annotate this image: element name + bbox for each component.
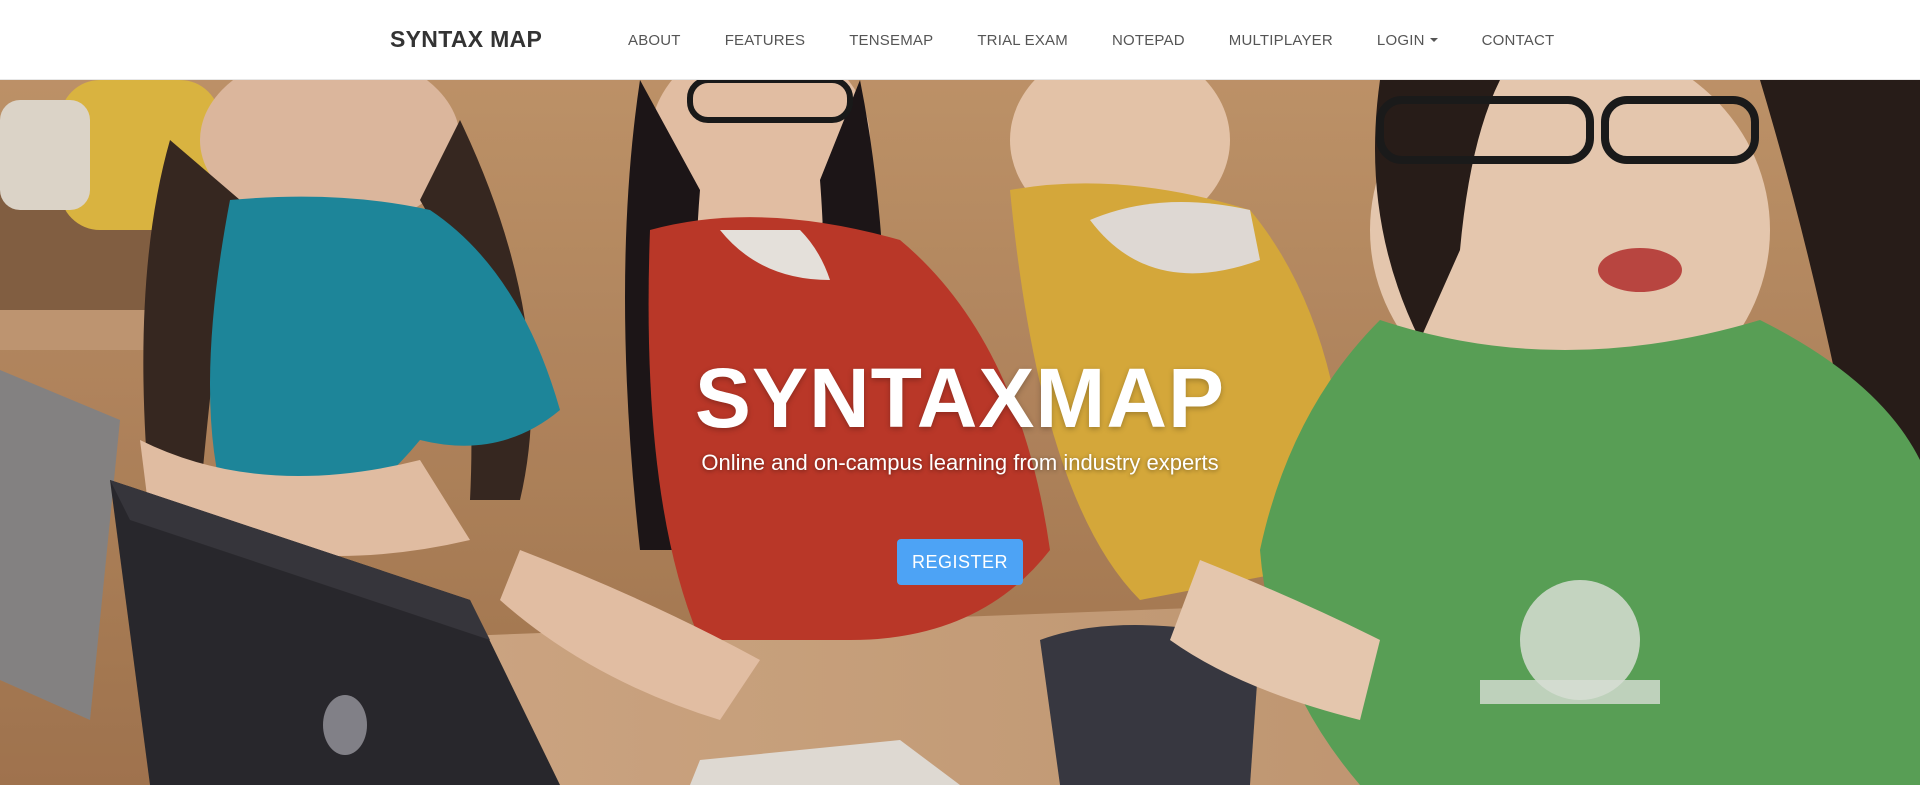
hero-section: SYNTAXMAP Online and on-campus learning … — [0, 80, 1920, 785]
nav-item-about[interactable]: ABOUT — [606, 0, 703, 80]
top-navbar: SYNTAX MAP ABOUT FEATURES TENSEMAP TRIAL… — [0, 0, 1920, 80]
nav-item-notepad[interactable]: NOTEPAD — [1090, 0, 1207, 80]
nav-item-features[interactable]: FEATURES — [703, 0, 828, 80]
nav-item-label: LOGIN — [1376, 31, 1425, 49]
nav-item-multiplayer[interactable]: MULTIPLAYER — [1207, 0, 1355, 80]
hero-subtitle: Online and on-campus learning from indus… — [701, 450, 1219, 475]
nav-item-label: TRIAL EXAM — [977, 31, 1068, 49]
hero-title: SYNTAXMAP — [694, 351, 1226, 445]
nav-item-trial-exam[interactable]: TRIAL EXAM — [955, 0, 1090, 80]
nav-item-label: NOTEPAD — [1111, 31, 1185, 49]
nav-item-label: TENSEMAP — [849, 31, 934, 49]
page-bottom-strip — [0, 785, 1920, 793]
nav-item-contact[interactable]: CONTACT — [1460, 0, 1577, 80]
nav-item-login-dropdown[interactable]: LOGIN — [1355, 0, 1460, 80]
nav-item-label: ABOUT — [628, 31, 681, 49]
nav-item-tensemap[interactable]: TENSEMAP — [827, 0, 955, 80]
register-button[interactable]: REGISTER — [897, 539, 1023, 585]
nav-item-label: MULTIPLAYER — [1228, 31, 1333, 49]
nav-item-label: CONTACT — [1481, 31, 1555, 49]
nav-item-label: FEATURES — [724, 31, 806, 49]
brand-logo-link[interactable]: SYNTAX MAP — [390, 26, 542, 52]
nav-menu: ABOUT FEATURES TENSEMAP TRIAL EXAM NOTEP… — [606, 0, 1576, 80]
caret-down-icon — [1429, 38, 1438, 42]
